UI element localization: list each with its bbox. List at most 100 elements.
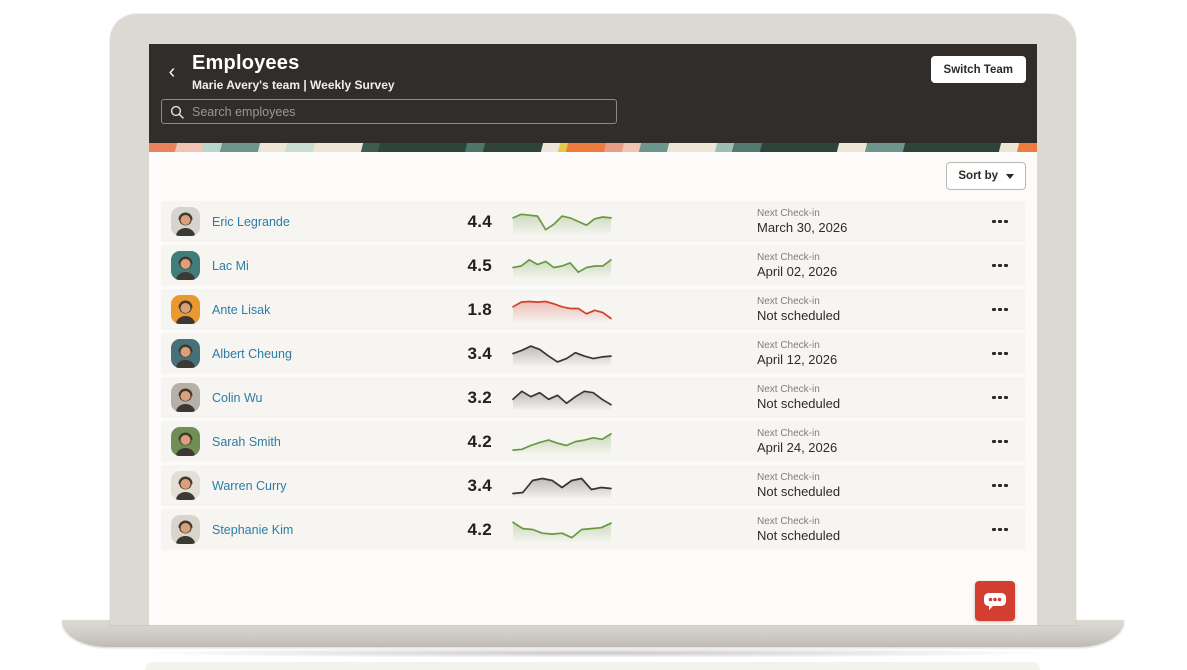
next-checkin-label: Next Check-in	[757, 296, 985, 307]
next-checkin: Next Check-inNot scheduled	[757, 296, 985, 323]
survey-score: 1.8	[452, 300, 492, 320]
banner-segment	[865, 143, 907, 152]
ellipsis-icon	[998, 352, 1002, 356]
trend-sparkline	[510, 253, 614, 279]
next-checkin-label: Next Check-in	[757, 252, 985, 263]
survey-score: 4.5	[452, 256, 492, 276]
chevron-down-icon	[1006, 174, 1014, 179]
banner-segment	[760, 143, 841, 152]
trend-sparkline	[510, 385, 614, 411]
search-icon	[170, 105, 184, 119]
ellipsis-icon	[1004, 484, 1008, 488]
next-checkin-label: Next Check-in	[757, 208, 985, 219]
survey-score: 3.4	[452, 476, 492, 496]
next-checkin-value: Not scheduled	[757, 396, 985, 411]
employee-list: Eric Legrande4.4Next Check-inMarch 30, 2…	[161, 201, 1025, 553]
next-checkin-label: Next Check-in	[757, 340, 985, 351]
row-actions-button[interactable]	[985, 251, 1015, 281]
trend-sparkline	[510, 209, 614, 235]
employee-name-link[interactable]: Warren Curry	[212, 479, 452, 493]
employee-name-link[interactable]: Eric Legrande	[212, 215, 452, 229]
employee-name-link[interactable]: Stephanie Kim	[212, 523, 452, 537]
ellipsis-icon	[992, 528, 996, 532]
row-actions-button[interactable]	[985, 471, 1015, 501]
ellipsis-icon	[992, 264, 996, 268]
decorative-banner	[149, 143, 1037, 152]
ellipsis-icon	[1004, 396, 1008, 400]
chevron-left-icon: ‹	[169, 61, 176, 83]
avatar	[171, 515, 200, 544]
search-input[interactable]	[192, 105, 608, 119]
row-actions-button[interactable]	[985, 207, 1015, 237]
next-checkin-label: Next Check-in	[757, 384, 985, 395]
ellipsis-icon	[998, 440, 1002, 444]
employee-row: Colin Wu3.2Next Check-inNot scheduled	[161, 377, 1025, 418]
ellipsis-icon	[1004, 220, 1008, 224]
trend-sparkline	[510, 517, 614, 543]
next-checkin-value: March 30, 2026	[757, 220, 985, 235]
laptop-screen: ‹ Employees Marie Avery's team | Weekly …	[110, 14, 1076, 625]
ellipsis-icon	[992, 484, 996, 488]
avatar	[171, 383, 200, 412]
ellipsis-icon	[992, 440, 996, 444]
next-checkin: Next Check-inNot scheduled	[757, 384, 985, 411]
laptop-shadow	[130, 648, 1060, 658]
ellipsis-icon	[992, 308, 996, 312]
avatar	[171, 207, 200, 236]
trend-sparkline	[510, 297, 614, 323]
next-checkin-value: Not scheduled	[757, 484, 985, 499]
row-actions-button[interactable]	[985, 295, 1015, 325]
ellipsis-icon	[998, 528, 1002, 532]
banner-segment	[667, 143, 719, 152]
next-checkin-label: Next Check-in	[757, 428, 985, 439]
ellipsis-icon	[1004, 440, 1008, 444]
ellipsis-icon	[998, 308, 1002, 312]
employee-row: Lac Mi4.5 Next Check-inApril 02, 2026	[161, 245, 1025, 286]
next-checkin-value: April 24, 2026	[757, 440, 985, 455]
switch-team-button[interactable]: Switch Team	[931, 56, 1026, 83]
trend-sparkline	[510, 429, 614, 455]
banner-segment	[1017, 143, 1037, 152]
next-checkin-label: Next Check-in	[757, 516, 985, 527]
ellipsis-icon	[998, 484, 1002, 488]
app-header: ‹ Employees Marie Avery's team | Weekly …	[149, 44, 1037, 143]
employee-name-link[interactable]: Sarah Smith	[212, 435, 452, 449]
sort-by-button[interactable]: Sort by	[946, 162, 1026, 190]
ellipsis-icon	[992, 352, 996, 356]
next-checkin-value: Not scheduled	[757, 308, 985, 323]
sort-by-label: Sort by	[958, 170, 998, 182]
next-checkin-value: April 02, 2026	[757, 264, 985, 279]
header-titles: Employees Marie Avery's team | Weekly Su…	[192, 52, 395, 92]
banner-segment	[483, 143, 545, 152]
banner-segment	[378, 143, 469, 152]
row-actions-button[interactable]	[985, 339, 1015, 369]
search-bar[interactable]	[161, 99, 617, 124]
employee-name-link[interactable]: Lac Mi	[212, 259, 452, 273]
page-title: Employees	[192, 52, 395, 75]
survey-score: 3.4	[452, 344, 492, 364]
employee-row: Stephanie Kim4.2 Next Check-inNot schedul…	[161, 509, 1025, 550]
row-actions-button[interactable]	[985, 515, 1015, 545]
next-checkin-value: Not scheduled	[757, 528, 985, 543]
trend-sparkline	[510, 473, 614, 499]
app-window: ‹ Employees Marie Avery's team | Weekly …	[149, 44, 1037, 625]
employee-row: Albert Cheung3.4Next Check-inApril 12, 2…	[161, 333, 1025, 374]
row-actions-button[interactable]	[985, 427, 1015, 457]
employee-name-link[interactable]: Colin Wu	[212, 391, 452, 405]
banner-segment	[902, 143, 1003, 152]
chat-button[interactable]	[975, 581, 1015, 621]
banner-segment	[313, 143, 365, 152]
employee-name-link[interactable]: Ante Lisak	[212, 303, 452, 317]
ellipsis-icon	[1004, 264, 1008, 268]
back-button[interactable]: ‹	[161, 61, 183, 83]
survey-score: 4.2	[452, 520, 492, 540]
next-checkin: Next Check-inNot scheduled	[757, 472, 985, 499]
background-element	[145, 662, 1040, 670]
ellipsis-icon	[1004, 308, 1008, 312]
employee-name-link[interactable]: Albert Cheung	[212, 347, 452, 361]
next-checkin: Next Check-inNot scheduled	[757, 516, 985, 543]
row-actions-button[interactable]	[985, 383, 1015, 413]
chat-bubble-icon	[981, 587, 1009, 615]
survey-score: 4.4	[452, 212, 492, 232]
ellipsis-icon	[998, 396, 1002, 400]
